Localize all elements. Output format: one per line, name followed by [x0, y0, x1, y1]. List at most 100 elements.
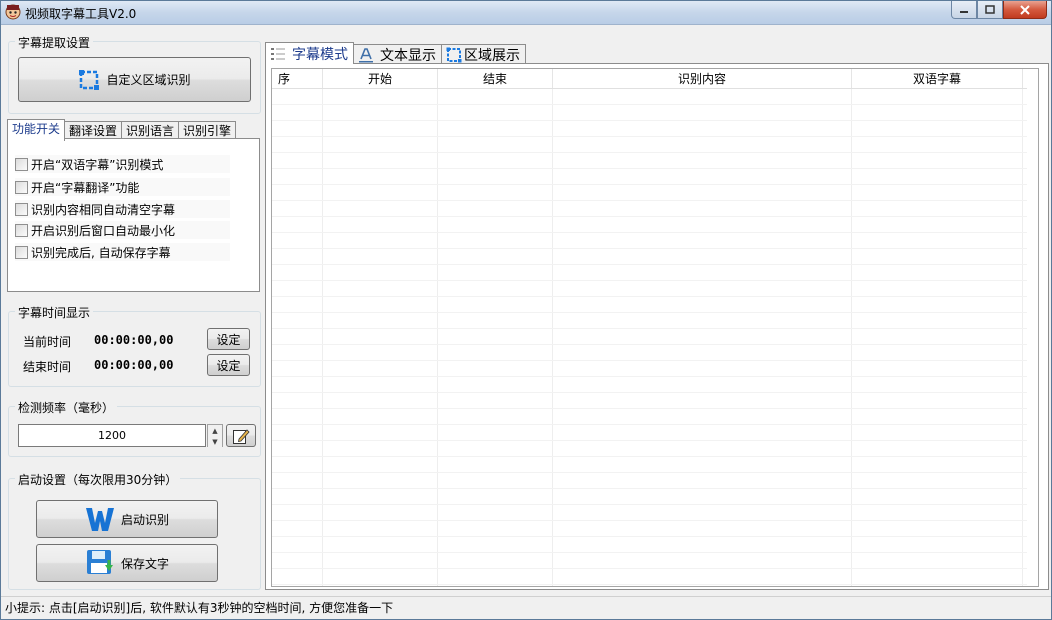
- end-time-value: 00:00:00,00: [94, 358, 174, 372]
- title-bar[interactable]: 视频取字幕工具V2.0: [1, 1, 1051, 25]
- switch-auto-save[interactable]: 识别完成后, 自动保存字幕: [15, 243, 230, 261]
- save-text-button[interactable]: 保存文字: [36, 544, 218, 582]
- table-row[interactable]: [272, 393, 1027, 409]
- column-header-start[interactable]: 开始: [323, 69, 438, 88]
- extract-settings-legend: 字幕提取设置: [15, 34, 94, 51]
- table-row[interactable]: [272, 425, 1027, 441]
- column-header-index[interactable]: 序: [272, 69, 323, 88]
- maximize-icon: [985, 5, 995, 14]
- table-row[interactable]: [272, 89, 1027, 105]
- checkbox-label: 识别内容相同自动清空字幕: [31, 202, 176, 217]
- custom-region-label: 自定义区域识别: [106, 73, 191, 87]
- spin-down-icon[interactable]: ▼: [208, 436, 222, 447]
- table-row[interactable]: [272, 265, 1027, 281]
- region-select-icon: [79, 69, 100, 90]
- table-row[interactable]: [272, 537, 1027, 553]
- table-row[interactable]: [272, 345, 1027, 361]
- table-row[interactable]: [272, 361, 1027, 377]
- table-row[interactable]: [272, 233, 1027, 249]
- left-tab-strip: 功能开关 翻译设置 识别语言 识别引擎: [7, 119, 237, 141]
- checkbox-label: 开启“字幕翻译”功能: [31, 180, 140, 195]
- current-time-label: 当前时间: [23, 335, 72, 349]
- table-row[interactable]: [272, 137, 1027, 153]
- checkbox[interactable]: [15, 202, 28, 216]
- table-row[interactable]: [272, 377, 1027, 393]
- maximize-button[interactable]: [977, 1, 1003, 19]
- save-disk-icon: [86, 550, 113, 574]
- table-row[interactable]: [272, 505, 1027, 521]
- subtitle-mode-panel: 序 开始 结束 识别内容 双语字幕: [265, 63, 1049, 590]
- set-end-time-button[interactable]: 设定: [207, 354, 250, 376]
- table-row[interactable]: [272, 153, 1027, 169]
- table-row[interactable]: [272, 329, 1027, 345]
- time-display-legend: 字幕时间显示: [15, 304, 94, 321]
- table-row[interactable]: [272, 201, 1027, 217]
- table-row[interactable]: [272, 473, 1027, 489]
- right-tab-strip: 字幕模式 文本显示 区域展示: [265, 42, 526, 64]
- edit-icon: [233, 428, 250, 444]
- tab-region-display-label: 区域展示: [464, 47, 520, 64]
- app-icon: [5, 4, 21, 20]
- tab-text-display[interactable]: 文本显示: [353, 44, 442, 64]
- column-header-end[interactable]: 结束: [438, 69, 553, 88]
- w-logo-icon: [85, 508, 114, 531]
- checkbox[interactable]: [15, 223, 28, 237]
- table-row[interactable]: [272, 313, 1027, 329]
- tab-region-display[interactable]: 区域展示: [441, 44, 526, 64]
- tab-subtitle-mode-label: 字幕模式: [292, 46, 348, 63]
- table-row[interactable]: [272, 521, 1027, 537]
- column-header-content[interactable]: 识别内容: [553, 69, 852, 88]
- minimize-button[interactable]: [951, 1, 977, 19]
- list-icon: [271, 47, 285, 60]
- current-time-value: 00:00:00,00: [94, 333, 174, 347]
- save-text-label: 保存文字: [120, 556, 169, 571]
- table-row[interactable]: [272, 457, 1027, 473]
- window-title: 视频取字幕工具V2.0: [25, 7, 137, 21]
- end-time-label: 结束时间: [23, 360, 72, 374]
- checkbox[interactable]: [15, 245, 28, 259]
- checkbox[interactable]: [15, 180, 28, 194]
- tab-function-switch[interactable]: 功能开关: [7, 119, 66, 141]
- table-row[interactable]: [272, 217, 1027, 233]
- switch-auto-minimize[interactable]: 开启识别后窗口自动最小化: [15, 221, 230, 239]
- subtitle-table[interactable]: 序 开始 结束 识别内容 双语字幕: [271, 68, 1039, 587]
- checkbox-label: 识别完成后, 自动保存字幕: [31, 245, 171, 260]
- switch-subtitle-translate[interactable]: 开启“字幕翻译”功能: [15, 178, 230, 196]
- text-a-icon: [359, 47, 373, 62]
- tab-text-display-label: 文本显示: [380, 47, 436, 64]
- start-recognition-button[interactable]: 启动识别: [36, 500, 218, 538]
- table-row[interactable]: [272, 281, 1027, 297]
- table-header: 序 开始 结束 识别内容 双语字幕: [272, 69, 1027, 89]
- start-settings-legend: 启动设置（每次限用30分钟）: [15, 471, 181, 488]
- table-row[interactable]: [272, 105, 1027, 121]
- spin-up-icon[interactable]: ▲: [208, 425, 222, 436]
- tab-subtitle-mode[interactable]: 字幕模式: [265, 42, 354, 64]
- table-row[interactable]: [272, 185, 1027, 201]
- checkbox-label: 开启“双语字幕”识别模式: [31, 157, 164, 172]
- detect-frequency-input[interactable]: 1200: [18, 424, 206, 447]
- function-switch-panel: 开启“双语字幕”识别模式 开启“字幕翻译”功能 识别内容相同自动清空字幕 开启识…: [7, 138, 260, 292]
- detect-frequency-legend: 检测频率（毫秒）: [15, 399, 118, 416]
- column-header-bilingual[interactable]: 双语字幕: [852, 69, 1023, 88]
- switch-bilingual-mode[interactable]: 开启“双语字幕”识别模式: [15, 155, 230, 173]
- close-button[interactable]: [1003, 1, 1047, 19]
- table-row[interactable]: [272, 121, 1027, 137]
- table-row[interactable]: [272, 569, 1027, 585]
- region-icon: [446, 47, 462, 62]
- custom-region-button[interactable]: 自定义区域识别: [18, 57, 251, 102]
- table-row[interactable]: [272, 489, 1027, 505]
- switch-auto-clear-duplicate[interactable]: 识别内容相同自动清空字幕: [15, 200, 230, 218]
- start-recognition-label: 启动识别: [120, 512, 169, 527]
- status-bar: 小提示: 点击[启动识别]后, 软件默认有3秒钟的空档时间, 方便您准备一下: [1, 596, 1051, 619]
- table-row[interactable]: [272, 553, 1027, 569]
- edit-frequency-button[interactable]: [226, 424, 256, 447]
- table-row[interactable]: [272, 441, 1027, 457]
- table-row[interactable]: [272, 169, 1027, 185]
- close-icon: [1020, 4, 1030, 15]
- table-row[interactable]: [272, 249, 1027, 265]
- table-row[interactable]: [272, 409, 1027, 425]
- table-row[interactable]: [272, 297, 1027, 313]
- checkbox[interactable]: [15, 157, 28, 171]
- set-current-time-button[interactable]: 设定: [207, 328, 250, 350]
- detect-frequency-spinner: ▲ ▼: [207, 424, 223, 447]
